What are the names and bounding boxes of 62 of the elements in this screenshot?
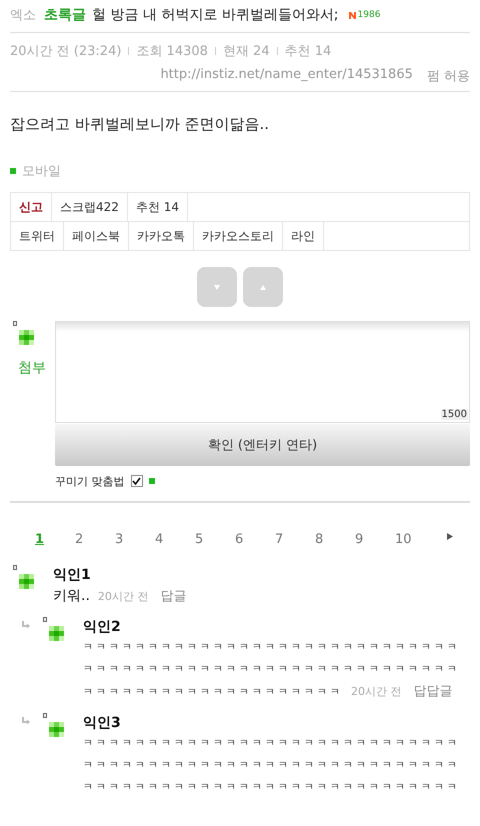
- comment-time: 20시간 전: [351, 684, 402, 700]
- badge-count: 1986: [358, 10, 380, 20]
- meta-text: 조회 14308: [136, 43, 208, 60]
- decor-label: 꾸미기 맞춤법: [55, 474, 124, 488]
- down-triangle-icon: [214, 284, 220, 290]
- comment-author: 익인2: [83, 618, 122, 637]
- post-title: 헐 방금 내 허벅지로 바퀴벌레들어와서;: [92, 6, 339, 24]
- reply-arrow-icon: [22, 717, 30, 725]
- share-link[interactable]: 페이스북: [64, 222, 129, 250]
- share-link[interactable]: 트위터: [11, 222, 64, 250]
- attach-link[interactable]: 첨부: [18, 359, 46, 377]
- avatar-icon: [19, 574, 34, 589]
- comment-input[interactable]: 1500: [55, 321, 470, 423]
- character-counter: 1500: [440, 409, 468, 420]
- meta-text: 현재 24: [222, 43, 270, 60]
- best-label: 초록글: [44, 6, 86, 24]
- comment-author: 익인1: [53, 566, 92, 585]
- comment-author: 익인3: [83, 714, 122, 733]
- page-link[interactable]: 9: [355, 532, 395, 546]
- decor-checkbox[interactable]: [130, 475, 142, 487]
- page-link[interactable]: 4: [155, 532, 195, 546]
- comment-text: 키워..: [53, 587, 90, 606]
- submit-button[interactable]: 확인 (엔터키 연타): [55, 424, 470, 466]
- comment-text: ㅋㅋㅋㅋㅋㅋㅋㅋㅋㅋㅋㅋㅋㅋㅋㅋㅋㅋㅋㅋㅋㅋㅋㅋㅋㅋㅋㅋㅋ: [83, 781, 460, 795]
- comment-time: 20시간 전: [98, 589, 148, 605]
- square-icon: [10, 168, 16, 174]
- comment-text: ㅋㅋㅋㅋㅋㅋㅋㅋㅋㅋㅋㅋㅋㅋㅋㅋㅋㅋㅋㅋㅋㅋㅋㅋㅋㅋㅋㅋㅋ: [83, 737, 460, 751]
- reply-link[interactable]: 답답글: [414, 681, 452, 703]
- action-link[interactable]: 추천 14: [128, 193, 188, 221]
- next-page-icon[interactable]: [447, 532, 453, 540]
- avatar-icon: [49, 626, 64, 641]
- reply-link[interactable]: 답글: [160, 586, 186, 608]
- meta-text: 20시간 전 (23:24): [10, 43, 122, 60]
- device-label: 모바일: [22, 163, 61, 180]
- page-link[interactable]: 7: [275, 532, 315, 546]
- n-icon: [348, 12, 356, 18]
- share-link[interactable]: 카카오톡: [129, 222, 194, 250]
- post-url[interactable]: http://instiz.net/name_enter/14531865: [160, 67, 413, 85]
- post-body: 잡으려고 바퀴벌레보니까 준면이닮음..: [10, 114, 270, 135]
- page-link[interactable]: 8: [315, 532, 355, 546]
- share-link[interactable]: 카카오스토리: [194, 222, 283, 250]
- action-link[interactable]: 신고: [11, 193, 52, 221]
- page-link[interactable]: 5: [195, 532, 235, 546]
- avatar-icon: [49, 722, 64, 737]
- action-link[interactable]: 스크랩422: [52, 193, 128, 221]
- up-triangle-icon: [260, 284, 266, 290]
- comment-text: ㅋㅋㅋㅋㅋㅋㅋㅋㅋㅋㅋㅋㅋㅋㅋㅋㅋㅋㅋㅋㅋㅋㅋㅋㅋㅋㅋㅋㅋ: [83, 759, 460, 773]
- page-link[interactable]: 2: [75, 532, 115, 546]
- page-link[interactable]: 1: [35, 532, 75, 546]
- share-link[interactable]: 라인: [283, 222, 324, 250]
- permission-label: 펌 허용: [426, 68, 470, 85]
- avatar-icon: [19, 330, 34, 345]
- comment-text: ㅋㅋㅋㅋㅋㅋㅋㅋㅋㅋㅋㅋㅋㅋㅋㅋㅋㅋㅋㅋ: [83, 686, 343, 700]
- meta-text: 추천 14: [284, 43, 332, 60]
- category-label[interactable]: 엑소: [10, 6, 36, 24]
- comment-text: ㅋㅋㅋㅋㅋㅋㅋㅋㅋㅋㅋㅋㅋㅋㅋㅋㅋㅋㅋㅋㅋㅋㅋㅋㅋㅋㅋㅋㅋ: [83, 641, 460, 655]
- page-link[interactable]: 3: [115, 532, 155, 546]
- reply-arrow-icon: [22, 621, 30, 629]
- square-icon: [148, 478, 154, 484]
- comment-text: ㅋㅋㅋㅋㅋㅋㅋㅋㅋㅋㅋㅋㅋㅋㅋㅋㅋㅋㅋㅋㅋㅋㅋㅋㅋㅋㅋㅋㅋ: [83, 663, 460, 677]
- page-link[interactable]: 10: [395, 532, 435, 546]
- page-link[interactable]: 6: [235, 532, 275, 546]
